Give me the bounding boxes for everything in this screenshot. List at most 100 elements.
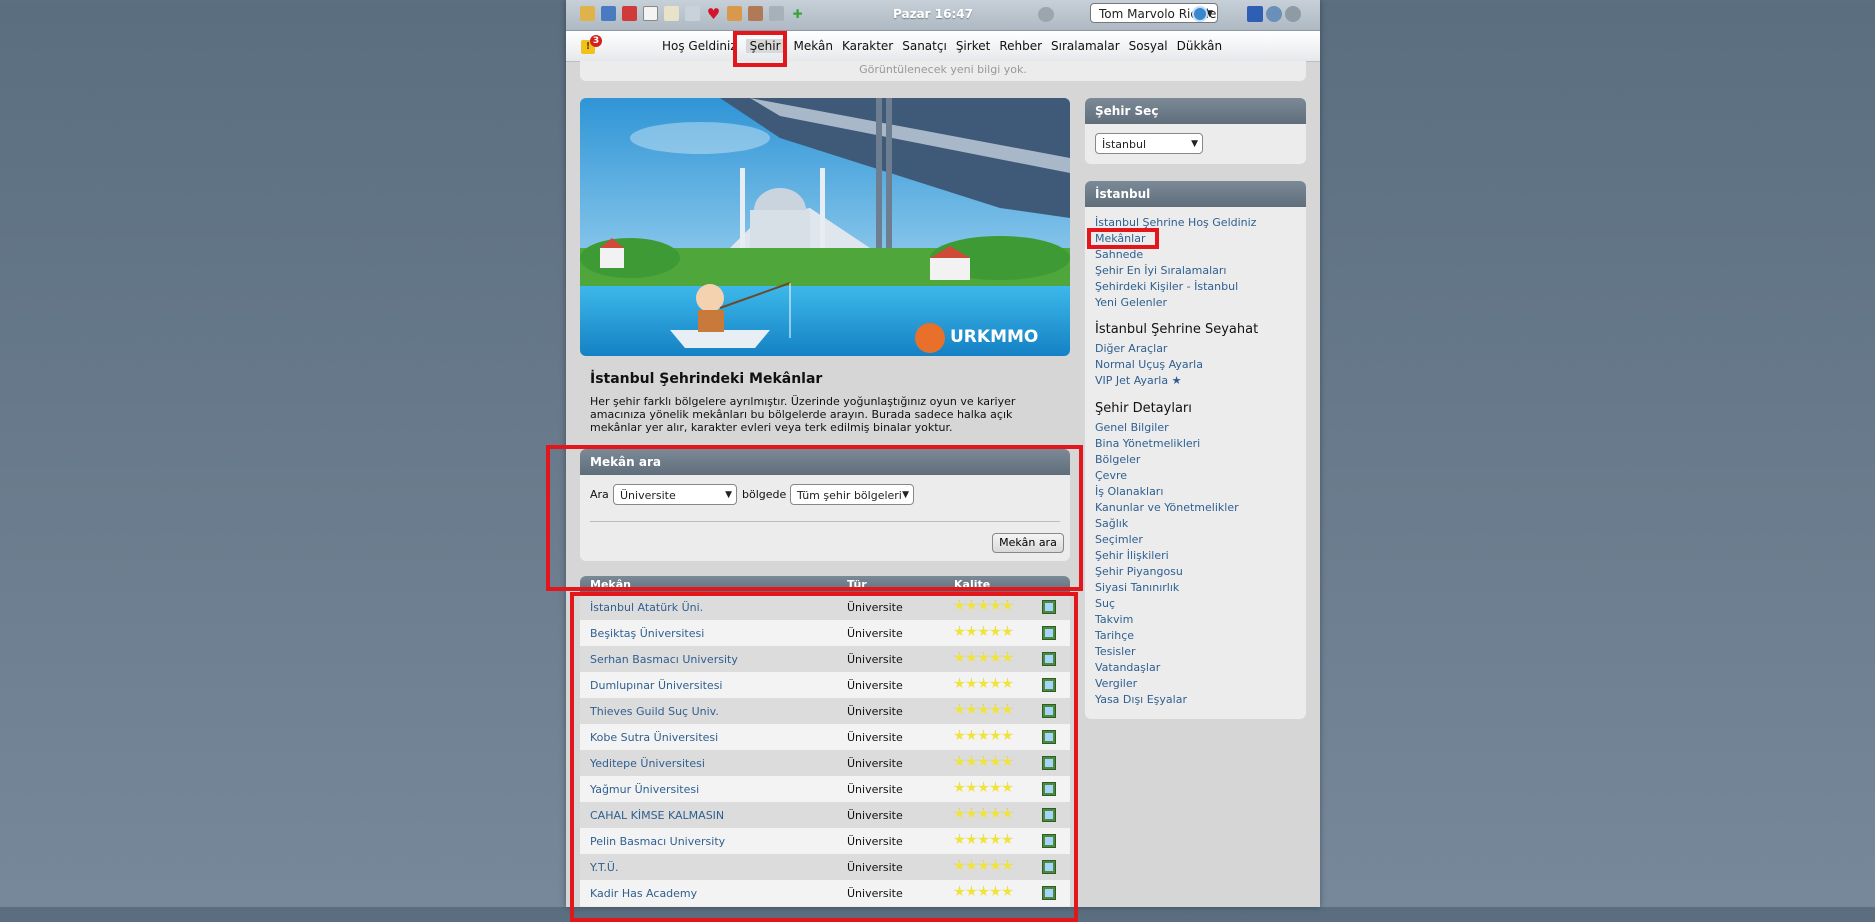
visit-venue-icon[interactable] — [1042, 600, 1056, 614]
city-menu-link[interactable]: Şehir Piyangosu — [1095, 565, 1183, 578]
people-icon[interactable] — [1038, 7, 1054, 22]
nav-sirket[interactable]: Şirket — [956, 39, 991, 53]
plus-icon[interactable]: ✚ — [790, 6, 805, 21]
city-menu-link[interactable]: Vergiler — [1095, 677, 1137, 690]
venue-link[interactable]: Serhan Basmacı University — [590, 653, 738, 666]
user-icon[interactable] — [1266, 6, 1282, 22]
nav-karakter[interactable]: Karakter — [842, 39, 893, 53]
star-icon — [954, 652, 965, 663]
visit-venue-icon[interactable] — [1042, 782, 1056, 796]
nav-sanatci[interactable]: Sanatçı — [902, 39, 947, 53]
visit-venue-icon[interactable] — [1042, 860, 1056, 874]
city-menu-link[interactable]: Seçimler — [1095, 533, 1143, 546]
star-icon — [966, 860, 977, 871]
search-venue-button[interactable]: Mekân ara — [992, 533, 1064, 553]
box-icon[interactable] — [727, 6, 742, 21]
city-menu-link[interactable]: Takvim — [1095, 613, 1133, 626]
city-menu-link[interactable]: Tesisler — [1095, 645, 1135, 658]
star-icon — [966, 704, 977, 715]
quality-stars — [954, 704, 1013, 715]
city-menu-link[interactable]: Bölgeler — [1095, 453, 1140, 466]
star-icon — [954, 600, 965, 611]
city-menu-link[interactable]: Kanunlar ve Yönetmelikler — [1095, 501, 1239, 514]
venue-link[interactable]: Kobe Sutra Üniversitesi — [590, 731, 718, 744]
city-menu-link[interactable]: Normal Uçuş Ayarla — [1095, 358, 1203, 371]
city-menu-link[interactable]: Şehir İlişkileri — [1095, 549, 1169, 562]
refresh-icon[interactable] — [1192, 6, 1208, 22]
column-venue[interactable]: Mekân — [590, 578, 631, 591]
city-menu-link[interactable]: Şehirdeki Kişiler - İstanbul — [1095, 280, 1238, 293]
star-icon — [966, 730, 977, 741]
quality-stars — [954, 756, 1013, 767]
visit-venue-icon[interactable] — [1042, 756, 1056, 770]
quality-stars — [954, 808, 1013, 819]
city-menu-link[interactable]: Bina Yönetmelikleri — [1095, 437, 1200, 450]
star-icon — [978, 756, 989, 767]
document-icon[interactable] — [643, 6, 658, 21]
nav-mekan[interactable]: Mekân — [794, 39, 833, 53]
nav-rehber[interactable]: Rehber — [999, 39, 1042, 53]
city-menu-link[interactable]: Sağlık — [1095, 517, 1128, 530]
star-icon — [990, 808, 1001, 819]
nav-dukkan[interactable]: Dükkân — [1177, 39, 1223, 53]
region-select[interactable]: Tüm şehir bölgeleri ▼ — [790, 484, 914, 505]
city-menu-link[interactable]: Yeni Gelenler — [1095, 296, 1167, 309]
nav-sehir[interactable]: Şehir — [745, 39, 785, 53]
venue-type: Üniversite — [847, 809, 903, 822]
city-menu-link[interactable]: Tarihçe — [1095, 629, 1134, 642]
column-type[interactable]: Tür — [847, 578, 867, 591]
venue-link[interactable]: Thieves Guild Suç Univ. — [590, 705, 719, 718]
city-menu-link[interactable]: Yasa Dışı Eşyalar — [1095, 693, 1187, 706]
visit-venue-icon[interactable] — [1042, 730, 1056, 744]
venue-link[interactable]: Pelin Basmacı University — [590, 835, 725, 848]
visit-venue-icon[interactable] — [1042, 652, 1056, 666]
venue-link[interactable]: Kadir Has Academy — [590, 887, 697, 900]
venue-link[interactable]: İstanbul Atatürk Üni. — [590, 601, 703, 614]
city-menu-link[interactable]: İş Olanakları — [1095, 485, 1163, 498]
person-icon[interactable] — [748, 6, 763, 21]
city-menu-link[interactable]: Çevre — [1095, 469, 1127, 482]
settings-icon[interactable] — [1285, 6, 1301, 22]
pen-icon[interactable] — [622, 6, 637, 21]
nav-siralamalar[interactable]: Sıralamalar — [1051, 39, 1120, 53]
venue-type-select[interactable]: Üniversite ▼ — [613, 484, 737, 505]
city-menu-link[interactable]: Şehir En İyi Sıralamaları — [1095, 264, 1226, 277]
heart-icon[interactable]: ♥ — [706, 5, 721, 23]
star-icon — [1002, 808, 1013, 819]
venue-link[interactable]: Yağmur Üniversitesi — [590, 783, 699, 796]
city-menu-link[interactable]: Mekânlar — [1095, 232, 1145, 245]
star-icon — [1002, 834, 1013, 845]
venue-link[interactable]: CAHAL KİMSE KALMASIN — [590, 809, 724, 822]
city-menu-link[interactable]: Siyasi Tanınırlık — [1095, 581, 1179, 594]
visit-venue-icon[interactable] — [1042, 678, 1056, 692]
venue-link[interactable]: Y.T.Ü. — [590, 861, 618, 874]
nav-hos-geldiniz[interactable]: Hoş Geldiniz — [662, 39, 737, 53]
city-menu-link[interactable]: Sahnede — [1095, 248, 1143, 261]
visit-venue-icon[interactable] — [1042, 886, 1056, 900]
venue-link[interactable]: Yeditepe Üniversitesi — [590, 757, 705, 770]
visit-venue-icon[interactable] — [1042, 704, 1056, 718]
city-menu-link[interactable]: VIP Jet Ayarla ★ — [1095, 374, 1181, 387]
city-select[interactable]: İstanbul ▼ — [1095, 133, 1203, 154]
nav-sosyal[interactable]: Sosyal — [1129, 39, 1168, 53]
help-icon[interactable] — [1247, 6, 1263, 22]
venue-type: Üniversite — [847, 887, 903, 900]
visit-venue-icon[interactable] — [1042, 834, 1056, 848]
venue-link[interactable]: Beşiktaş Üniversitesi — [590, 627, 704, 640]
menu-icon[interactable] — [580, 6, 595, 21]
bank-icon[interactable] — [769, 6, 784, 21]
city-menu-link[interactable]: Genel Bilgiler — [1095, 421, 1169, 434]
visit-venue-icon[interactable] — [1042, 626, 1056, 640]
city-menu-link[interactable]: İstanbul Şehrine Hoş Geldiniz — [1095, 216, 1256, 229]
table-row: Thieves Guild Suç Univ. Üniversite — [580, 698, 1070, 724]
magnifier-icon[interactable] — [685, 6, 700, 21]
top-toolbar: ♥ ✚ Pazar 16:47 Tom Marvolo Riddle ▼ — [566, 0, 1320, 31]
city-menu-link[interactable]: Diğer Araçlar — [1095, 342, 1167, 355]
visit-venue-icon[interactable] — [1042, 808, 1056, 822]
book-icon[interactable] — [664, 6, 679, 21]
network-icon[interactable] — [601, 6, 616, 21]
column-quality[interactable]: Kalite — [954, 578, 990, 591]
city-menu-link[interactable]: Vatandaşlar — [1095, 661, 1160, 674]
venue-link[interactable]: Dumlupınar Üniversitesi — [590, 679, 723, 692]
city-menu-link[interactable]: Suç — [1095, 597, 1115, 610]
